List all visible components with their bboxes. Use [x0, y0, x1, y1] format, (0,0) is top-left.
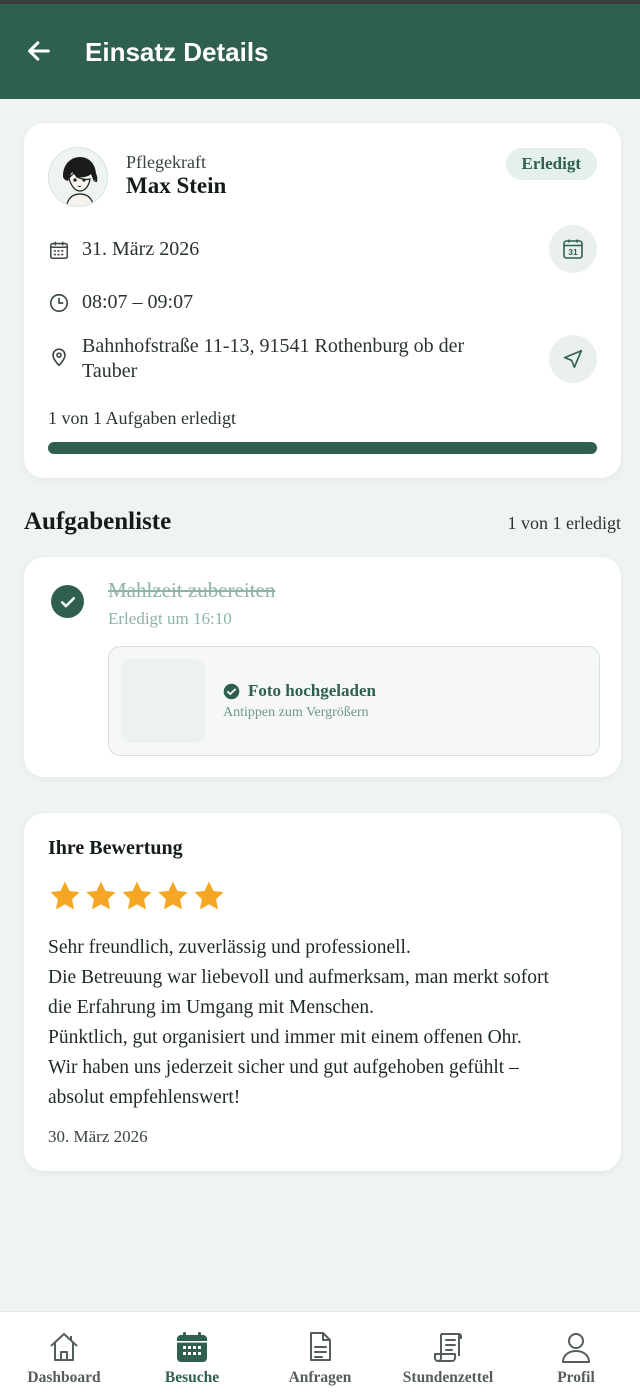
review-line: Die Betreuung war liebevoll und aufmerks… — [48, 967, 549, 988]
task-title: Mahlzeit zubereiten — [108, 578, 276, 602]
location-pin-icon — [52, 348, 66, 367]
add-to-calendar-button[interactable]: 31 — [549, 225, 597, 273]
back-button[interactable] — [22, 34, 56, 68]
nav-item-profil[interactable]: Profil — [512, 1312, 640, 1395]
photo-status-label: Foto hochgeladen — [248, 681, 376, 700]
calendar-icon — [177, 1332, 207, 1362]
time-row: 08:07 – 09:07 — [48, 290, 193, 315]
visit-time: 08:07 – 09:07 — [82, 291, 194, 313]
review-card: Ihre Bewertung Sehr freundlich, zuverläs… — [24, 813, 621, 1171]
calendar-day-icon: 31 — [563, 239, 583, 259]
visit-date: 31. März 2026 — [82, 238, 200, 260]
review-line: Sehr freundlich, zuverlässig und profess… — [48, 937, 411, 958]
task-photo-preview[interactable]: Foto hochgeladen Antippen zum Vergrößern — [108, 646, 600, 756]
home-icon — [50, 1333, 78, 1361]
scroll-icon — [434, 1333, 462, 1362]
progress-text: 1 von 1 Aufgaben erledigt — [48, 408, 236, 428]
photo-thumbnail[interactable] — [121, 659, 205, 743]
task-list-title: Aufgabenliste — [24, 508, 172, 535]
photo-hint: Antippen zum Vergrößern — [223, 705, 369, 720]
nav-item-besuche[interactable]: Besuche — [128, 1312, 256, 1395]
nav-label: Anfragen — [288, 1369, 352, 1386]
app-header: Einsatz Details — [0, 4, 640, 99]
star-icon — [122, 881, 152, 910]
visit-details-card: Pflegekraft Max Stein Erledigt 31. März … — [24, 123, 621, 478]
arrow-left-icon — [28, 41, 50, 61]
nav-label: Dashboard — [27, 1369, 101, 1386]
star-rating — [48, 879, 228, 913]
status-badge: Erledigt — [505, 148, 597, 180]
review-line: Pünktlich, gut organisiert und immer mit… — [48, 1027, 522, 1048]
visit-address: Bahnhofstraße 11-13, 91541 Rothenburg ob… — [82, 335, 465, 382]
star-icon — [86, 881, 116, 910]
nav-label: Profil — [557, 1369, 595, 1386]
review-line: Wir haben uns jederzeit sicher und gut a… — [48, 1057, 519, 1078]
caregiver-name: Max Stein — [126, 173, 227, 198]
address-row: Bahnhofstraße 11-13, 91541 Rothenburg ob… — [48, 334, 498, 384]
review-title: Ihre Bewertung — [48, 837, 183, 859]
role-label: Pflegekraft — [126, 152, 206, 172]
checkmark-icon — [60, 596, 75, 607]
check-circle-icon — [223, 683, 240, 699]
calendar-icon — [49, 241, 69, 260]
navigate-button[interactable] — [549, 335, 597, 383]
progress-bar-fill — [48, 442, 597, 454]
photo-status: Foto hochgeladen — [223, 681, 376, 701]
nav-label: Besuche — [164, 1369, 220, 1386]
review-line: die Erfahrung im Umgang mit Menschen. — [48, 997, 375, 1018]
bottom-navigation: Dashboard Besuche Anfragen Stundenzettel… — [0, 1311, 640, 1395]
task-card: Mahlzeit zubereiten Erledigt um 16:10 Fo… — [24, 557, 621, 777]
nav-item-stundenzettel[interactable]: Stundenzettel — [384, 1312, 512, 1395]
star-icon — [50, 881, 80, 910]
review-text: Sehr freundlich, zuverlässig und profess… — [48, 933, 603, 1113]
star-icon — [158, 881, 188, 910]
page-title: Einsatz Details — [85, 37, 269, 67]
date-row: 31. März 2026 — [48, 237, 199, 262]
nav-label: Stundenzettel — [402, 1369, 494, 1386]
nav-item-dashboard[interactable]: Dashboard — [0, 1312, 128, 1395]
svg-text:31: 31 — [568, 247, 578, 257]
task-checkbox[interactable] — [51, 585, 84, 618]
star-icon — [194, 881, 224, 910]
task-list-count: 1 von 1 erledigt — [507, 513, 621, 533]
clock-icon — [49, 293, 69, 313]
nav-item-anfragen[interactable]: Anfragen — [256, 1312, 384, 1395]
document-icon — [310, 1332, 331, 1361]
avatar — [48, 147, 108, 207]
progress-bar — [48, 442, 597, 454]
review-date: 30. März 2026 — [48, 1127, 148, 1146]
navigation-arrow-icon — [563, 349, 583, 369]
user-icon — [562, 1333, 590, 1363]
task-done-time: Erledigt um 16:10 — [108, 609, 232, 628]
review-line: absolut empfehlenswert! — [48, 1087, 241, 1108]
